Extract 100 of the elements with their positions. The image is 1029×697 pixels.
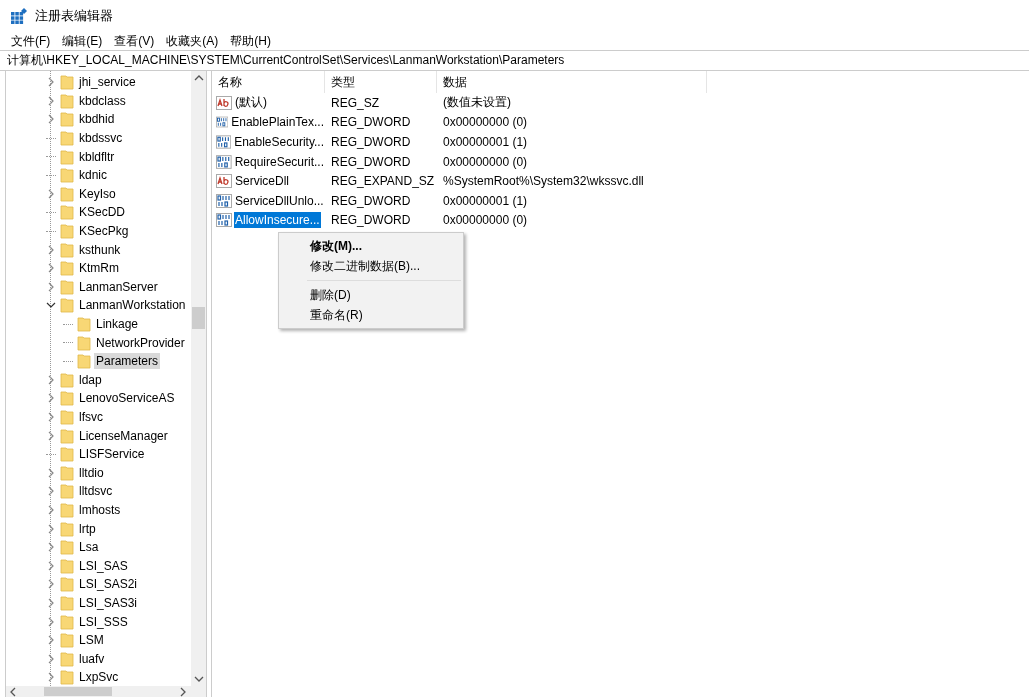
folder-icon bbox=[60, 111, 74, 128]
menu-item[interactable]: 文件(F) bbox=[6, 32, 58, 50]
binary-value-icon bbox=[216, 153, 232, 170]
value-data: 0x00000000 (0) bbox=[442, 154, 528, 169]
scroll-thumb[interactable] bbox=[44, 687, 112, 696]
folder-icon bbox=[60, 130, 74, 147]
tree-item[interactable]: NetworkProvider bbox=[94, 334, 187, 351]
folder-icon bbox=[60, 539, 74, 556]
value-data: 0x00000001 (1) bbox=[442, 135, 528, 149]
folder-icon bbox=[60, 371, 74, 388]
value-type: REG_DWORD bbox=[330, 213, 412, 228]
folder-icon bbox=[60, 409, 74, 425]
folder-icon bbox=[60, 576, 74, 593]
value-name[interactable]: ServiceDllUnlo... bbox=[234, 192, 325, 209]
tree-item[interactable]: KtmRm bbox=[77, 260, 121, 277]
address-bar[interactable]: 计算机\HKEY_LOCAL_MACHINE\SYSTEM\CurrentControlSet\Services\LanmanWorkstation\Parameters bbox=[0, 50, 1029, 71]
tree-item[interactable]: Parameters bbox=[94, 353, 161, 370]
folder-icon bbox=[60, 594, 74, 611]
tree-item[interactable]: LSI_SSS bbox=[77, 613, 130, 630]
vertical-scrollbar[interactable] bbox=[191, 71, 206, 686]
value-type: REG_DWORD bbox=[330, 115, 412, 130]
tree-item[interactable]: lltdsvc bbox=[77, 483, 115, 500]
tree-item[interactable]: kbdhid bbox=[77, 111, 117, 128]
column-header[interactable]: 类型 bbox=[325, 71, 437, 93]
binary-value-icon bbox=[216, 134, 232, 150]
folder-icon bbox=[60, 278, 74, 295]
tree-item[interactable]: LenovoServiceAS bbox=[77, 390, 177, 407]
value-data: 0x00000000 (0) bbox=[442, 115, 528, 130]
folder-icon bbox=[77, 316, 91, 332]
tree-item[interactable]: kdnic bbox=[77, 167, 109, 184]
menu-item[interactable]: 删除(D) bbox=[279, 285, 463, 305]
value-name[interactable]: EnablePlainTex... bbox=[230, 114, 325, 131]
folder-icon bbox=[60, 223, 74, 240]
tree-item[interactable]: lmhosts bbox=[77, 501, 123, 518]
tree-item[interactable]: LSM bbox=[77, 632, 106, 649]
folder-icon bbox=[60, 501, 74, 518]
value-data: %SystemRoot%\System32\wkssvc.dll bbox=[442, 174, 644, 189]
string-value-icon bbox=[216, 173, 232, 190]
tree-item[interactable]: lltdio bbox=[77, 464, 106, 481]
tree-item[interactable]: ldap bbox=[77, 371, 104, 388]
tree-item[interactable]: KSecPkg bbox=[77, 223, 131, 240]
tree-item[interactable]: KeyIso bbox=[77, 185, 118, 202]
binary-value-icon bbox=[216, 212, 232, 229]
folder-icon bbox=[60, 204, 74, 221]
tree-item[interactable]: kbldfltr bbox=[77, 148, 117, 165]
tree-item[interactable]: kbdclass bbox=[77, 92, 128, 109]
horizontal-scrollbar[interactable] bbox=[6, 686, 206, 697]
folder-icon bbox=[60, 632, 74, 649]
folder-icon bbox=[60, 520, 74, 537]
folder-icon bbox=[60, 260, 74, 277]
tree-item[interactable]: luafv bbox=[77, 650, 107, 667]
tree-item[interactable]: LSI_SAS3i bbox=[77, 594, 140, 611]
menu-item[interactable]: 修改(M)... bbox=[279, 236, 463, 256]
tree-item[interactable]: LanmanWorkstation bbox=[77, 297, 188, 314]
folder-icon bbox=[60, 464, 74, 481]
folder-icon bbox=[60, 483, 74, 500]
tree-item[interactable]: Lsa bbox=[77, 539, 101, 556]
tree-item[interactable]: LSI_SAS2i bbox=[77, 576, 140, 593]
menu-item[interactable]: 修改二进制数据(B)... bbox=[279, 256, 463, 276]
value-data: (数值未设置) bbox=[442, 94, 511, 112]
string-value-icon bbox=[216, 94, 232, 111]
value-name[interactable]: AllowInsecure... bbox=[234, 212, 321, 229]
folder-icon bbox=[77, 334, 91, 351]
tree-item[interactable]: Linkage bbox=[94, 316, 141, 332]
tree-item[interactable]: ksthunk bbox=[77, 241, 123, 258]
folder-icon bbox=[60, 613, 74, 630]
value-type: REG_DWORD bbox=[330, 154, 412, 169]
menu-item[interactable]: 查看(V) bbox=[109, 32, 162, 50]
tree-item[interactable]: LSI_SAS bbox=[77, 557, 130, 574]
registry-editor-icon bbox=[11, 8, 27, 24]
folder-icon bbox=[60, 650, 74, 667]
value-type: REG_EXPAND_SZ bbox=[330, 174, 436, 189]
tree-item[interactable]: lfsvc bbox=[77, 409, 105, 425]
menu-item[interactable]: 编辑(E) bbox=[57, 32, 110, 50]
folder-icon bbox=[60, 557, 74, 574]
menu-item[interactable]: 帮助(H) bbox=[225, 32, 278, 50]
tree-item[interactable]: LISFService bbox=[77, 446, 147, 463]
column-header[interactable]: 数据 bbox=[437, 71, 707, 93]
folder-icon bbox=[60, 167, 74, 184]
folder-icon bbox=[60, 390, 74, 407]
value-name[interactable]: EnableSecurity... bbox=[233, 134, 325, 150]
menu-item[interactable]: 重命名(R) bbox=[279, 305, 463, 325]
menu-item[interactable]: 收藏夹(A) bbox=[161, 32, 226, 50]
value-name[interactable]: ServiceDll bbox=[234, 173, 290, 190]
tree-item[interactable]: kbdssvc bbox=[77, 130, 125, 147]
value-type: REG_DWORD bbox=[330, 135, 412, 149]
column-header[interactable]: 名称 bbox=[212, 71, 325, 93]
tree-item[interactable]: KSecDD bbox=[77, 204, 127, 221]
window-title: 注册表编辑器 bbox=[35, 7, 113, 25]
tree-item[interactable]: LicenseManager bbox=[77, 427, 170, 444]
tree-item[interactable]: jhi_service bbox=[77, 74, 138, 91]
tree-item[interactable]: lrtp bbox=[77, 520, 98, 537]
tree-item[interactable]: LxpSvc bbox=[77, 669, 121, 686]
folder-icon bbox=[60, 185, 74, 202]
tree-item[interactable]: LanmanServer bbox=[77, 278, 160, 295]
folder-icon bbox=[60, 241, 74, 258]
scroll-thumb[interactable] bbox=[192, 307, 205, 329]
value-name[interactable]: RequireSecurit... bbox=[233, 153, 325, 170]
value-name[interactable]: (默认) bbox=[234, 93, 268, 113]
value-type: REG_SZ bbox=[330, 95, 380, 110]
